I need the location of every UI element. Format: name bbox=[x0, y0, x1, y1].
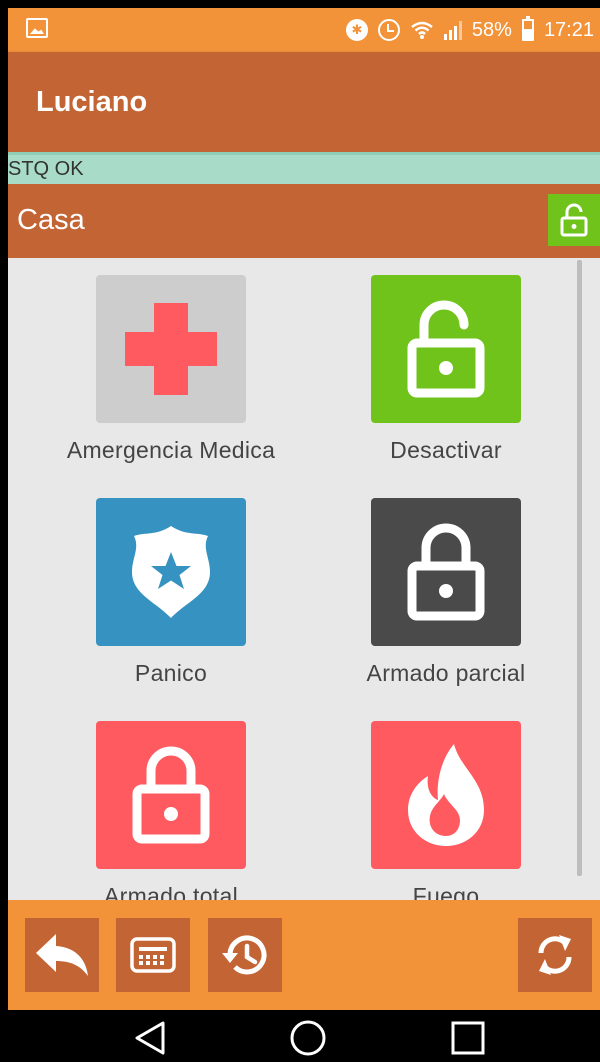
action-full-arm[interactable]: Armado total bbox=[36, 721, 306, 900]
wifi-icon bbox=[410, 20, 434, 40]
history-button[interactable] bbox=[208, 918, 282, 992]
connection-status: STQ OK bbox=[8, 152, 600, 184]
system-state-button[interactable] bbox=[548, 194, 600, 246]
action-medical-emergency-tile[interactable] bbox=[96, 275, 246, 423]
refresh-button[interactable] bbox=[518, 918, 592, 992]
action-grid: Amergencia Medica Desactivar Panico Arma… bbox=[8, 258, 600, 900]
police-badge-icon bbox=[132, 526, 210, 618]
nav-back-button[interactable] bbox=[130, 1018, 170, 1058]
signal-strength-icon bbox=[443, 20, 462, 40]
action-label: Armado parcial bbox=[366, 660, 526, 686]
back-arrow-icon bbox=[36, 934, 88, 976]
lock-icon bbox=[132, 746, 210, 844]
action-label: Fuego bbox=[412, 883, 480, 900]
app-screen: ✱ 58% 17:21 Luciano STQ OK Casa Amergenc… bbox=[8, 8, 600, 1062]
action-deactivate-tile[interactable] bbox=[371, 275, 521, 423]
action-partial-arm-tile[interactable] bbox=[371, 498, 521, 646]
scrollbar[interactable] bbox=[577, 260, 582, 876]
nav-back-icon bbox=[135, 1021, 165, 1055]
lock-icon bbox=[407, 523, 485, 621]
action-panic-tile[interactable] bbox=[96, 498, 246, 646]
action-label: Panico bbox=[134, 660, 208, 686]
back-button[interactable] bbox=[25, 918, 99, 992]
system-navigation-bar bbox=[8, 1010, 600, 1062]
battery-percentage: 58% bbox=[471, 18, 512, 41]
bluetooth-icon: ✱ bbox=[345, 19, 368, 41]
nav-recents-button[interactable] bbox=[448, 1018, 488, 1058]
location-name: Casa bbox=[17, 204, 85, 236]
location-bar: Casa bbox=[8, 184, 600, 258]
user-title: Luciano bbox=[36, 86, 148, 118]
status-indicators: ✱ 58% 17:21 bbox=[345, 8, 594, 52]
unlock-icon bbox=[560, 203, 588, 237]
history-icon bbox=[222, 935, 267, 975]
unlock-icon bbox=[407, 300, 485, 398]
action-fire[interactable]: Fuego bbox=[311, 721, 581, 900]
action-label: Amergencia Medica bbox=[66, 437, 276, 463]
app-bar: Luciano bbox=[8, 52, 600, 152]
status-bar: ✱ 58% 17:21 bbox=[8, 8, 600, 52]
action-medical-emergency[interactable]: Amergencia Medica bbox=[36, 275, 306, 464]
refresh-icon bbox=[538, 935, 572, 975]
fire-icon bbox=[408, 744, 484, 846]
action-panic[interactable]: Panico bbox=[36, 498, 306, 687]
gallery-notification-icon bbox=[26, 18, 48, 38]
action-label: Armado total bbox=[104, 883, 238, 900]
action-partial-arm[interactable]: Armado parcial bbox=[311, 498, 581, 687]
action-full-arm-tile[interactable] bbox=[96, 721, 246, 869]
alarm-clock-icon bbox=[377, 19, 400, 41]
action-label: Desactivar bbox=[390, 437, 502, 463]
nav-home-button[interactable] bbox=[288, 1018, 328, 1058]
clock: 17:21 bbox=[543, 18, 594, 41]
keypad-button[interactable] bbox=[116, 918, 190, 992]
nav-recents-icon bbox=[451, 1021, 485, 1055]
battery-icon bbox=[521, 16, 534, 41]
nav-home-icon bbox=[290, 1020, 326, 1056]
bottom-toolbar bbox=[8, 900, 600, 1010]
action-deactivate[interactable]: Desactivar bbox=[311, 275, 581, 464]
keypad-icon bbox=[130, 937, 176, 973]
medical-cross-icon bbox=[125, 303, 217, 395]
action-fire-tile[interactable] bbox=[371, 721, 521, 869]
